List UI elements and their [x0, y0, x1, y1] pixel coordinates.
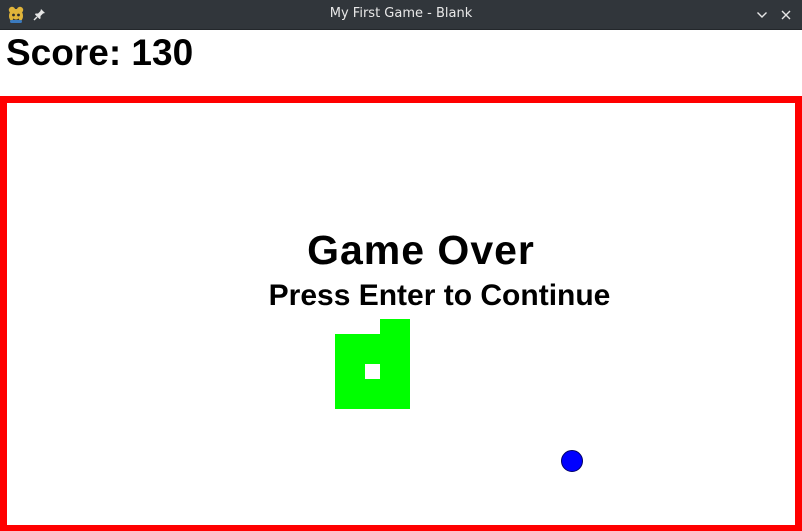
minimize-button[interactable] [752, 5, 772, 25]
press-enter-prompt: Press Enter to Continue [268, 279, 611, 312]
score-area: Score: 130 [0, 30, 802, 96]
snake-gap [365, 364, 380, 379]
window-title: My First Game - Blank [329, 6, 473, 21]
game-window: My First Game - Blank Score: 130 Game Ov… [0, 0, 802, 531]
close-button[interactable] [776, 5, 796, 25]
title-bar[interactable]: My First Game - Blank [0, 0, 802, 30]
score-label: Score: 130 [6, 32, 194, 73]
food-ball [561, 450, 583, 472]
chevron-down-icon [757, 12, 767, 18]
game-over-text: Game Over [307, 227, 535, 273]
close-icon [781, 10, 791, 20]
